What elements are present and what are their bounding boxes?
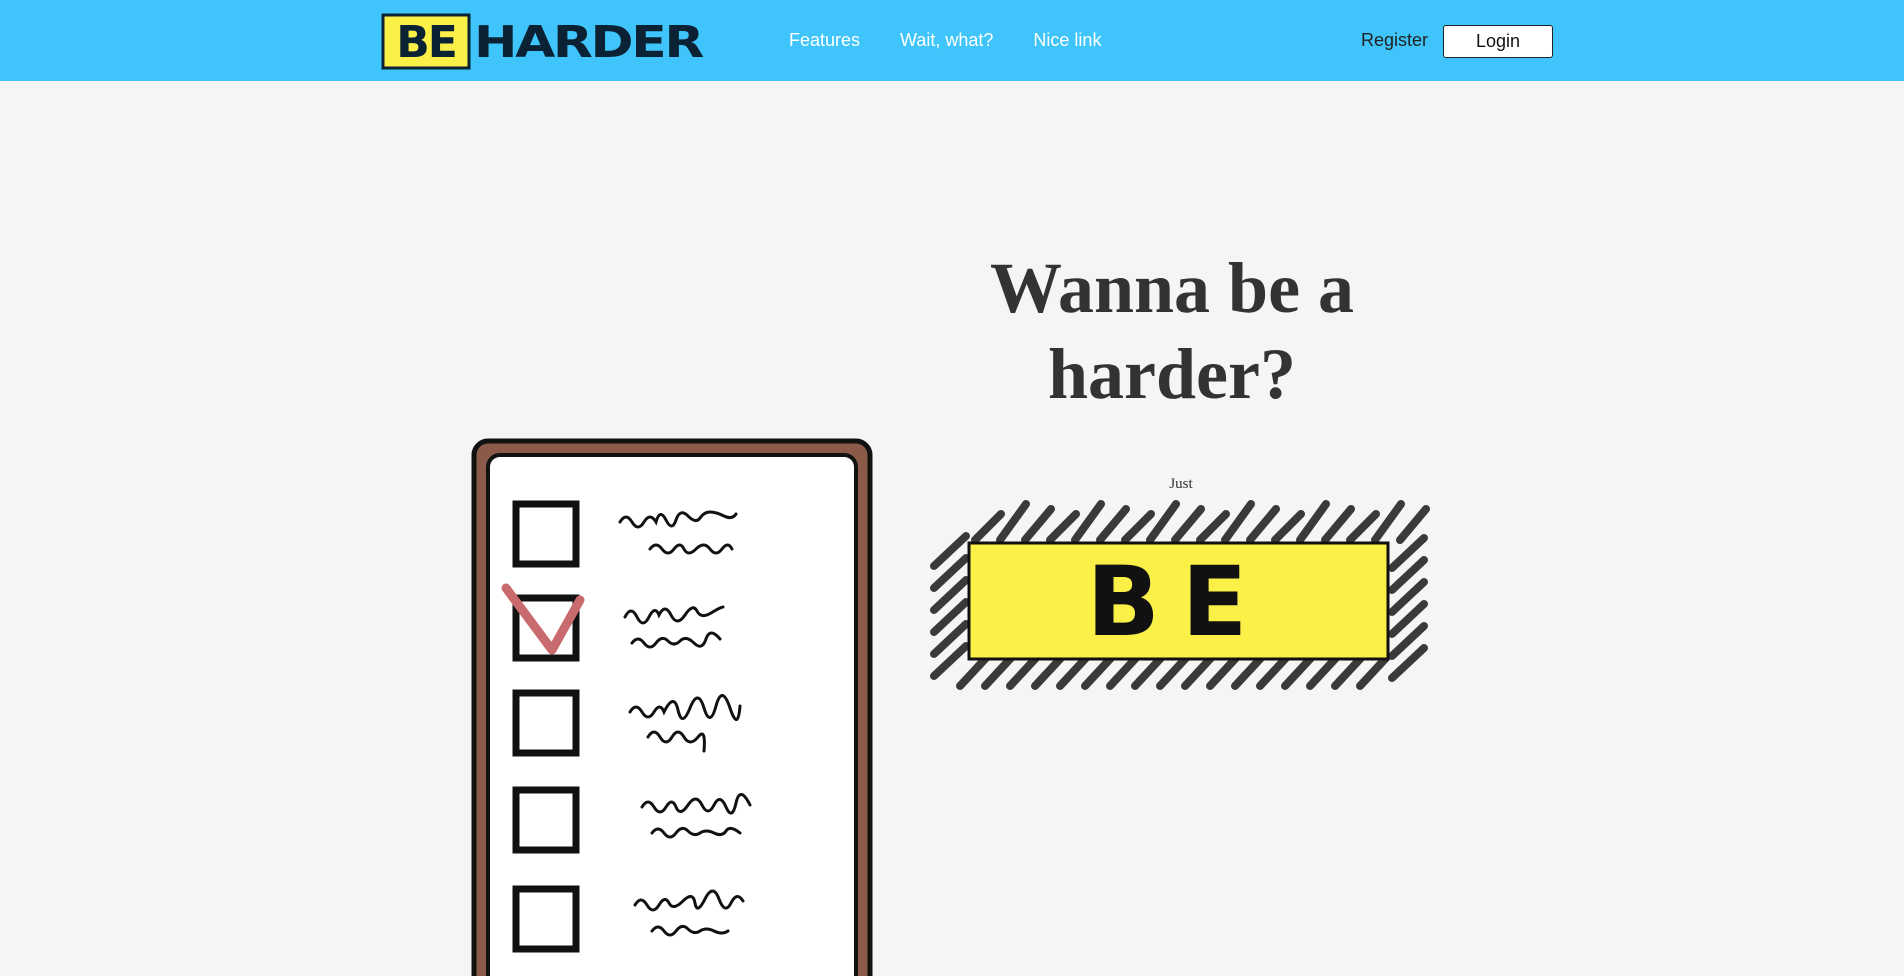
main-nav: Features Wait, what? Nice link <box>789 0 1101 81</box>
hatch-line <box>1271 510 1305 544</box>
hatch-line <box>1081 654 1115 690</box>
hatch-line <box>1096 505 1130 544</box>
hatch-line <box>1171 505 1205 544</box>
hatch-line <box>1071 500 1105 544</box>
hatch-line <box>1121 510 1155 544</box>
be-badge-text: BE <box>1087 546 1270 658</box>
hatch-line <box>1056 654 1090 690</box>
navbar: BE HARDER Features Wait, what? Nice link… <box>0 0 1904 81</box>
hatch-line <box>1296 500 1330 544</box>
hatch-line <box>1021 505 1055 544</box>
hatch-line <box>1031 654 1065 690</box>
register-link[interactable]: Register <box>1361 30 1428 51</box>
hatch-line <box>1006 654 1040 690</box>
hero-title: Wanna be a harder? <box>930 245 1414 417</box>
hatch-line <box>1321 505 1355 544</box>
hatch-line <box>1356 654 1390 690</box>
hatch-line <box>1371 500 1405 544</box>
hatch-line <box>1181 654 1215 690</box>
nav-link-nice-link[interactable]: Nice link <box>1033 30 1101 51</box>
hatch-line <box>1131 654 1165 690</box>
clipboard-paper <box>486 453 858 976</box>
site-logo[interactable]: BE HARDER <box>381 13 705 70</box>
login-button[interactable]: Login <box>1443 25 1553 58</box>
logo-be-text: BE <box>396 17 456 68</box>
checklist-clipboard-illustration <box>471 438 873 976</box>
hatch-line <box>1046 510 1080 544</box>
be-badge-illustration: BE <box>930 500 1430 690</box>
hatch-line <box>1331 654 1365 690</box>
hatch-line <box>1156 654 1190 690</box>
hatch-line <box>1196 510 1230 544</box>
hatch-line <box>1346 510 1380 544</box>
nav-link-features[interactable]: Features <box>789 30 860 51</box>
hatch-line <box>971 510 1005 544</box>
hatch-line <box>981 654 1015 690</box>
hero-title-line1: Wanna be a <box>989 248 1355 328</box>
hatch-line <box>1246 505 1280 544</box>
nav-link-wait-what[interactable]: Wait, what? <box>900 30 993 51</box>
hatch-line <box>956 654 990 690</box>
hero-title-line2: harder? <box>1048 334 1296 414</box>
hatch-line <box>1281 654 1315 690</box>
hatch-line <box>1146 500 1180 544</box>
hatch-line <box>1256 654 1290 690</box>
logo-harder-text: HARDER <box>474 17 703 68</box>
hatch-line <box>1206 654 1240 690</box>
hatch-line <box>1306 654 1340 690</box>
hatch-line <box>1106 654 1140 690</box>
hatch-line <box>996 500 1030 544</box>
hatch-line <box>1231 654 1265 690</box>
hatch-line <box>1221 500 1255 544</box>
